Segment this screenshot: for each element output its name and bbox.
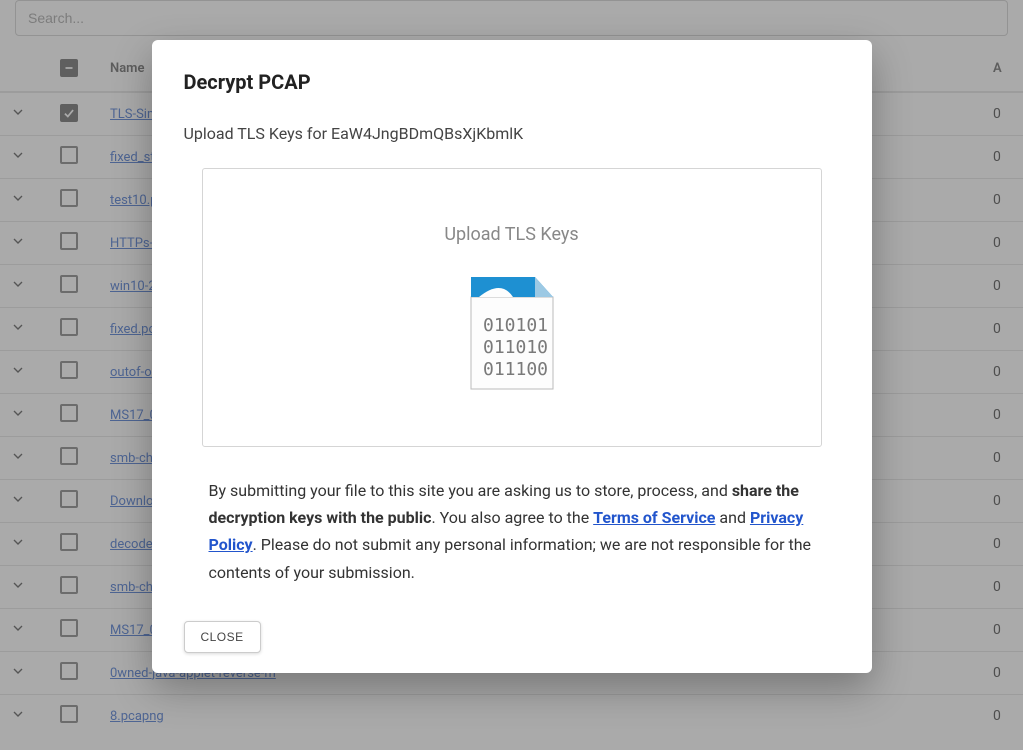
disclaimer-and: and	[715, 508, 750, 527]
decrypt-pcap-modal: Decrypt PCAP Upload TLS Keys for EaW4Jng…	[152, 40, 872, 673]
dropzone-label: Upload TLS Keys	[223, 224, 801, 245]
disclaimer-pre: By submitting your file to this site you…	[209, 481, 732, 500]
disclaimer-mid1: . You also agree to the	[431, 508, 593, 527]
svg-text:011010: 011010	[483, 337, 548, 358]
modal-subtitle: Upload TLS Keys for EaW4JngBDmQBsXjKbmlK	[184, 124, 840, 143]
svg-text:011100: 011100	[483, 359, 548, 380]
upload-dropzone[interactable]: Upload TLS Keys 010101 011010 011100	[202, 168, 822, 447]
disclaimer-post: . Please do not submit any personal info…	[209, 535, 812, 581]
pcap-file-icon: 010101 011010 011100	[469, 275, 555, 391]
close-button[interactable]: CLOSE	[184, 621, 261, 653]
modal-footer: CLOSE	[184, 621, 840, 653]
svg-text:010101: 010101	[483, 315, 548, 336]
disclaimer-text: By submitting your file to this site you…	[209, 477, 815, 586]
tos-link[interactable]: Terms of Service	[593, 508, 715, 527]
modal-overlay[interactable]: Decrypt PCAP Upload TLS Keys for EaW4Jng…	[0, 0, 1023, 750]
modal-title: Decrypt PCAP	[184, 70, 840, 94]
